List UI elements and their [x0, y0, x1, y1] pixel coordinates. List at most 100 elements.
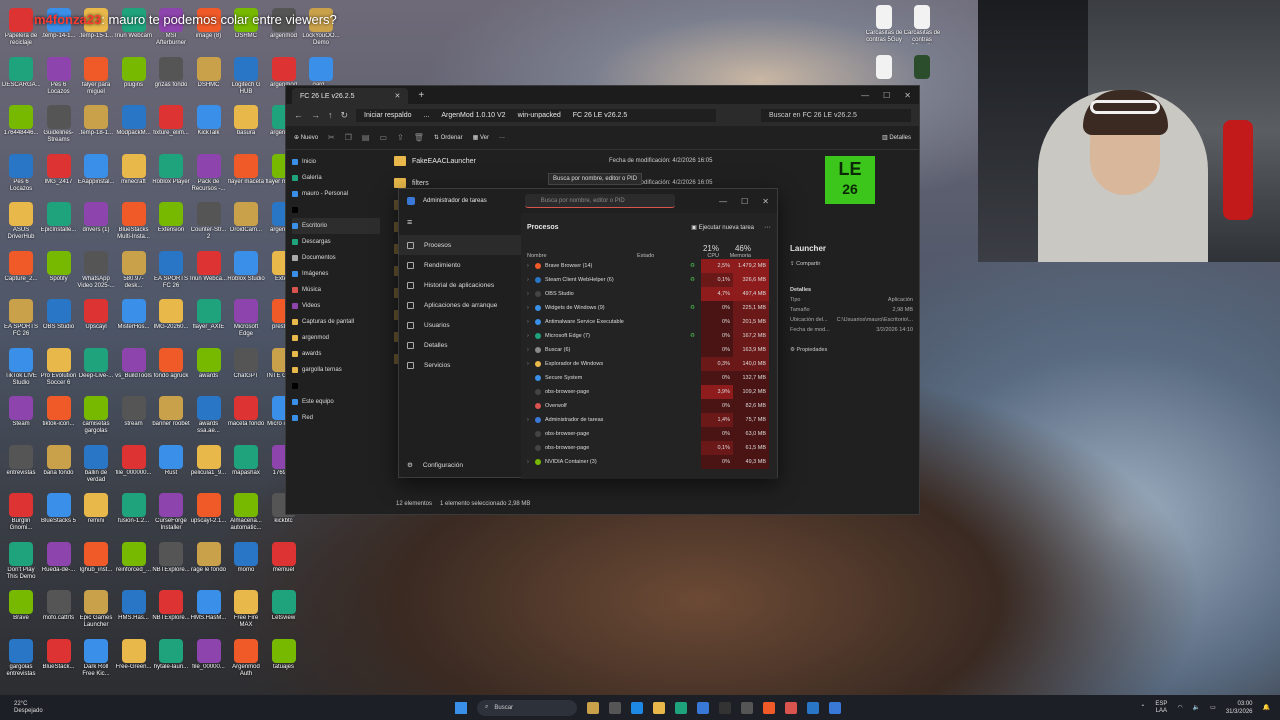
- desktop-icon[interactable]: drivers (1): [77, 202, 115, 241]
- breadcrumb-item[interactable]: Iniciar respaldo: [364, 112, 411, 119]
- store-icon[interactable]: [697, 701, 709, 714]
- expand-chevron-icon[interactable]: ›: [527, 305, 535, 311]
- sidebar-item[interactable]: Música: [292, 282, 380, 298]
- breadcrumb-item[interactable]: ArgenMod 1.0.10 V2: [441, 112, 505, 119]
- desktop-icon[interactable]: Roblox Studio: [227, 250, 265, 290]
- desktop-icon[interactable]: 580.97-desk...: [115, 250, 153, 290]
- share-icon[interactable]: ⇪: [397, 133, 404, 142]
- sidebar-item[interactable]: [292, 202, 380, 218]
- sidebar-item[interactable]: Documentos: [292, 250, 380, 266]
- desktop-icon[interactable]: flayer maceta: [227, 153, 265, 193]
- start-icon[interactable]: [455, 701, 467, 714]
- app-icon[interactable]: [719, 701, 731, 714]
- desktop-icon[interactable]: Pro Evolution Soccer 6: [40, 347, 78, 387]
- new-button[interactable]: ⊕ Nuevo: [294, 134, 318, 141]
- col-name[interactable]: Nombre: [527, 253, 637, 259]
- app-icon[interactable]: [785, 701, 797, 714]
- minimize-icon[interactable]: —: [719, 197, 727, 206]
- desktop-icon[interactable]: upscayl-2.1...: [190, 493, 228, 532]
- desktop-icon[interactable]: BlueStacks Multi-Insta...: [115, 202, 153, 241]
- more-button[interactable]: ···: [499, 135, 505, 141]
- nav-historial-de-aplicaciones[interactable]: Historial de aplicaciones: [399, 275, 521, 295]
- desktop-icon[interactable]: Don't Play This Demo: [2, 541, 40, 581]
- desktop-icon[interactable]: mapashax: [227, 444, 265, 484]
- chevron-up-icon[interactable]: ⌃: [1140, 704, 1145, 711]
- desktop-icon[interactable]: Counter-Str... 2: [190, 202, 228, 241]
- view-button[interactable]: ▦ Ver: [473, 134, 489, 141]
- widgets-icon[interactable]: [587, 701, 599, 714]
- steam-icon[interactable]: [807, 701, 819, 714]
- breadcrumb-item[interactable]: win-unpacked: [518, 112, 561, 119]
- desktop-icon[interactable]: NBTExplore...: [152, 541, 190, 581]
- details-pane-button[interactable]: ▥ Detalles: [882, 134, 911, 141]
- task-manager-taskbar-icon[interactable]: [829, 701, 841, 714]
- desktop-icon[interactable]: tatuajes: [265, 638, 303, 678]
- copy-icon[interactable]: ❐: [345, 133, 352, 142]
- close-icon[interactable]: ✕: [762, 197, 769, 206]
- paste-icon[interactable]: ▤: [362, 133, 370, 142]
- desktop-icon[interactable]: ChatGPT: [227, 347, 265, 387]
- battery-icon[interactable]: ▭: [1210, 704, 1216, 711]
- desktop-icon[interactable]: Pes 6 Locazos: [2, 153, 40, 193]
- desktop-icon[interactable]: flayer_AXIE: [190, 299, 228, 338]
- nav-detalles[interactable]: Detalles: [399, 335, 521, 355]
- desktop-icon[interactable]: BlueStack...: [40, 638, 78, 678]
- process-row[interactable]: › Steam Client WebHelper (6) ♻ 0,1% 326,6 MB: [527, 273, 771, 287]
- desktop-icon[interactable]: KickTalk: [190, 105, 228, 144]
- desktop-icon[interactable]: MisterHos...: [115, 299, 153, 338]
- volume-icon[interactable]: 🔈: [1193, 704, 1200, 711]
- desktop-icon[interactable]: vs_BuildTools: [115, 347, 153, 387]
- up-icon[interactable]: ↑: [328, 110, 333, 120]
- desktop-icon[interactable]: EAappinstal...: [77, 153, 115, 193]
- process-search-input[interactable]: Busca por nombre, editor o PID: [524, 194, 675, 208]
- task-view-icon[interactable]: [609, 701, 621, 714]
- refresh-icon[interactable]: ↻: [341, 110, 349, 121]
- close-tab-icon[interactable]: ✕: [394, 92, 400, 100]
- forward-icon[interactable]: →: [311, 110, 320, 120]
- desktop-icon[interactable]: Dark Roll Free Kic...: [77, 638, 115, 678]
- nav-servicios[interactable]: Servicios: [399, 355, 521, 375]
- app-icon[interactable]: [631, 701, 643, 714]
- desktop-icon[interactable]: fusion-1.2...: [115, 493, 153, 532]
- expand-chevron-icon[interactable]: ›: [527, 347, 535, 353]
- desktop-icon[interactable]: reinforced_...: [115, 541, 153, 581]
- language-indicator[interactable]: ESP LAA: [1155, 701, 1167, 715]
- share-button[interactable]: ⇪ Compartir: [790, 261, 913, 267]
- desktop-icon[interactable]: Rust: [152, 444, 190, 484]
- desktop-icon[interactable]: Capture_2...: [2, 250, 40, 290]
- desktop-icon[interactable]: HMS.HasM...: [190, 590, 228, 629]
- desktop-icon[interactable]: memuel: [265, 541, 303, 581]
- process-row[interactable]: › Antimalware Service Executable 0% 201,5 M…: [527, 315, 771, 329]
- hamburger-menu-icon[interactable]: ≡: [399, 217, 521, 235]
- desktop-icon[interactable]: Deep-Live-...: [77, 347, 115, 387]
- desktop-icon[interactable]: Almacena... automatic...: [227, 493, 265, 532]
- col-status[interactable]: Estado: [637, 253, 687, 259]
- wifi-icon[interactable]: ◠: [1177, 704, 1182, 711]
- desktop-icon[interactable]: ASUS DriverHub: [2, 202, 40, 241]
- task-manager-window[interactable]: Administrador de tareas Busca por nombre…: [398, 188, 778, 479]
- sidebar-item[interactable]: awards: [292, 346, 380, 362]
- process-row[interactable]: Overwolf 0% 82,6 MB: [527, 399, 771, 413]
- desktop-icon[interactable]: EA SPORTS FC 26: [2, 299, 40, 338]
- sidebar-item[interactable]: Capturas de pantall: [292, 314, 380, 330]
- brave-icon[interactable]: [763, 701, 775, 714]
- desktop-icon[interactable]: stream: [115, 396, 153, 435]
- sidebar-item[interactable]: gargolla ternas: [292, 362, 380, 378]
- desktop-icon[interactable]: Extension: [152, 202, 190, 241]
- desktop-icon[interactable]: banner roobet: [152, 396, 190, 435]
- desktop-icon[interactable]: Roblox Player: [152, 153, 190, 193]
- process-row[interactable]: obs-browser-page 3,9% 109,2 MB: [527, 385, 771, 399]
- breadcrumb-item[interactable]: FC 26 LE v26.2.5: [573, 112, 627, 119]
- process-row[interactable]: › Explorador de Windows 0,3% 140,0 MB: [527, 357, 771, 371]
- desktop-icon[interactable]: Upscayl: [77, 299, 115, 338]
- sidebar-item[interactable]: Descargas: [292, 234, 380, 250]
- process-row[interactable]: › Brave Browser (14) ♻ 2,5% 1.479,2 MB: [527, 259, 771, 273]
- process-row[interactable]: › OBS Studio 4,7% 497,4 MB: [527, 287, 771, 301]
- sidebar-item[interactable]: [292, 378, 380, 394]
- desktop-icon[interactable]: mofo.cattrfs: [40, 590, 78, 629]
- sidebar-item[interactable]: Escritorio: [292, 218, 380, 234]
- app-icon[interactable]: [741, 701, 753, 714]
- process-row[interactable]: obs-browser-page 0,1% 61,5 MB: [527, 441, 771, 455]
- desktop-icon[interactable]: pelicula1_9...: [190, 444, 228, 484]
- desktop-icon[interactable]: Pes 6 Locazos: [40, 56, 78, 96]
